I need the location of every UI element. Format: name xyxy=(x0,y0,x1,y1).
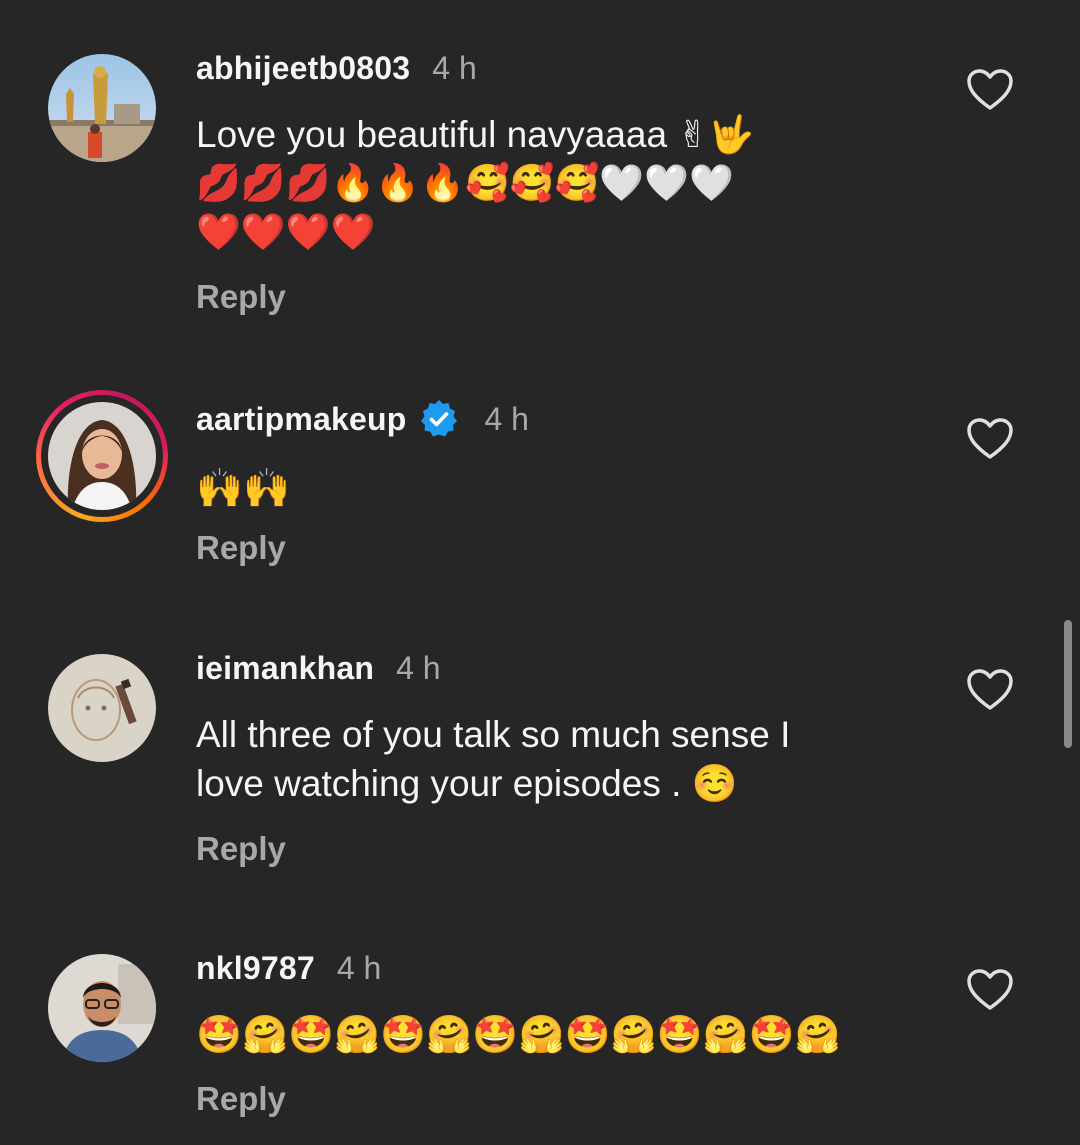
comment-text-line: 💋💋💋🔥🔥🔥🥰🥰🥰🤍🤍🤍 xyxy=(196,163,734,204)
username[interactable]: nkl9787 xyxy=(196,950,315,987)
timestamp: 4 h xyxy=(484,400,529,437)
avatar[interactable] xyxy=(48,654,156,762)
username[interactable]: abhijeetb0803 xyxy=(196,50,410,87)
avatar[interactable] xyxy=(48,954,156,1062)
username[interactable]: ieimankhan xyxy=(196,650,374,687)
comment-text-line: Love you beautiful navyaaaa ✌🤟 xyxy=(196,114,755,155)
heart-outline-icon[interactable] xyxy=(966,417,1014,461)
username[interactable]: aartipmakeup xyxy=(196,401,406,438)
timestamp: 4 h xyxy=(336,950,382,986)
avatar[interactable] xyxy=(48,54,156,162)
avatar[interactable] xyxy=(48,402,156,510)
comment-header: nkl9787 4 h xyxy=(196,950,381,987)
heart-outline-icon[interactable] xyxy=(966,668,1014,712)
comment-text-line: All three of you talk so much sense I xyxy=(196,714,791,755)
comment-header: abhijeetb0803 4 h xyxy=(196,50,477,87)
comment-text-line: ❤️❤️❤️❤️ xyxy=(196,212,376,253)
comment-text-line: 🤩🤗🤩🤗🤩🤗🤩🤗🤩🤗🤩🤗🤩🤗 xyxy=(196,1013,841,1056)
reply-button[interactable]: Reply xyxy=(196,830,286,868)
comment-text: All three of you talk so much sense I lo… xyxy=(196,710,896,808)
verified-badge-icon xyxy=(421,400,458,437)
timestamp: 4 h xyxy=(396,650,441,686)
comment-text-line: 🙌🙌 xyxy=(196,466,291,510)
comment-header: ieimankhan 4 h xyxy=(196,650,441,687)
comment-header: aartipmakeup 4 h xyxy=(196,398,529,440)
timestamp: 4 h xyxy=(432,50,477,86)
comment-text-line: love watching your episodes . ☺️ xyxy=(196,763,738,804)
scrollbar[interactable] xyxy=(1064,620,1072,748)
reply-button[interactable]: Reply xyxy=(196,529,286,567)
comment-text: Love you beautiful navyaaaa ✌🤟 💋💋💋🔥🔥🔥🥰🥰🥰… xyxy=(196,110,896,257)
reply-button[interactable]: Reply xyxy=(196,1080,286,1118)
comment-text: 🙌🙌 xyxy=(196,464,896,513)
reply-button[interactable]: Reply xyxy=(196,278,286,316)
heart-outline-icon[interactable] xyxy=(966,68,1014,112)
story-ring[interactable] xyxy=(36,390,168,522)
comment-text: 🤩🤗🤩🤗🤩🤗🤩🤗🤩🤗🤩🤗🤩🤗 xyxy=(196,1010,936,1059)
heart-outline-icon[interactable] xyxy=(966,968,1014,1012)
